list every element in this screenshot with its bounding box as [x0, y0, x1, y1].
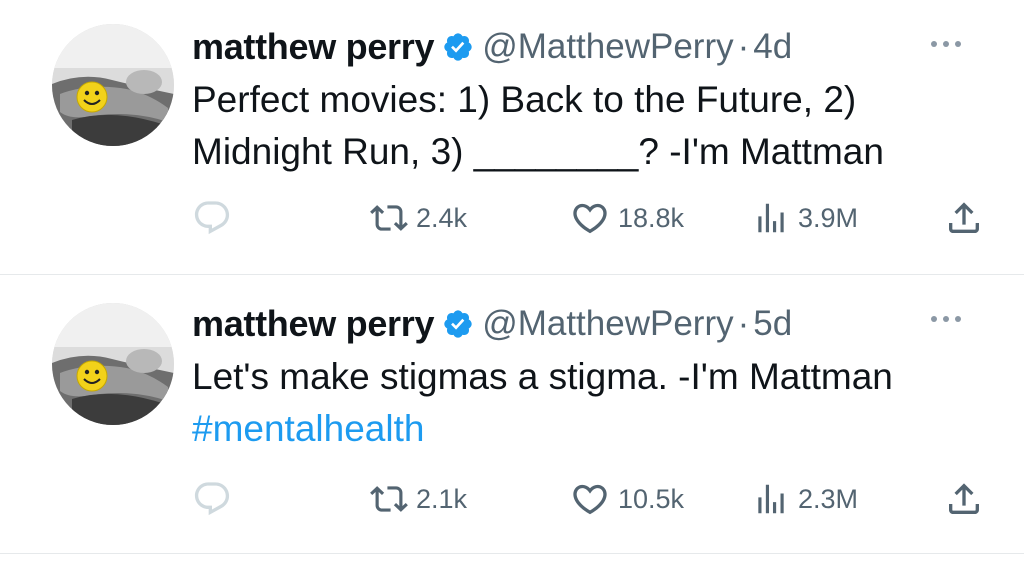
- more-icon[interactable]: [928, 34, 964, 54]
- tweet-text-line: Midnight Run, 3) ________? -I'm Mattman: [192, 131, 884, 172]
- tweet-text: Let's make stigmas a stigma. -I'm Mattma…: [192, 351, 972, 455]
- author-name[interactable]: matthew perry: [192, 26, 434, 68]
- views-icon: [752, 199, 790, 237]
- like-count: 18.8k: [618, 202, 685, 233]
- avatar[interactable]: [52, 303, 174, 425]
- retweet-icon: [370, 480, 408, 518]
- retweet-button[interactable]: 2.1k: [370, 479, 467, 519]
- retweet-icon: [370, 199, 408, 237]
- like-button[interactable]: 10.5k: [570, 479, 684, 519]
- author-handle[interactable]: @MatthewPerry: [482, 27, 733, 67]
- tweet-header: matthew perry @MatthewPerry · 5d: [192, 299, 952, 349]
- retweet-count: 2.1k: [416, 483, 468, 514]
- share-button[interactable]: [944, 479, 984, 519]
- retweet-count: 2.4k: [416, 202, 468, 233]
- like-button[interactable]: 18.8k: [570, 198, 684, 238]
- retweet-button[interactable]: 2.4k: [370, 198, 467, 238]
- hashtag-link[interactable]: #mentalhealth: [192, 403, 972, 455]
- like-icon: [570, 479, 610, 519]
- reply-button[interactable]: [192, 198, 232, 238]
- verified-badge-icon: [442, 31, 474, 63]
- reply-icon: [192, 479, 232, 519]
- tweet-text-line: Let's make stigmas a stigma. -I'm Mattma…: [192, 356, 893, 397]
- share-icon: [944, 198, 984, 238]
- views-count: 2.3M: [798, 483, 859, 514]
- views-button[interactable]: 2.3M: [752, 479, 858, 519]
- views-icon: [752, 480, 790, 518]
- like-icon: [570, 198, 610, 238]
- like-count: 10.5k: [618, 483, 685, 514]
- tweet-text-line: Perfect movies: 1) Back to the Future, 2…: [192, 79, 857, 120]
- author-handle[interactable]: @MatthewPerry: [482, 304, 733, 344]
- tweet[interactable]: matthew perry @MatthewPerry · 5d Let's m…: [0, 275, 1024, 554]
- reply-button[interactable]: [192, 479, 232, 519]
- verified-badge-icon: [442, 308, 474, 340]
- tweet-text: Perfect movies: 1) Back to the Future, 2…: [192, 74, 972, 178]
- views-count: 3.9M: [798, 202, 859, 233]
- avatar-image: [52, 303, 174, 425]
- avatar-image: [52, 24, 174, 146]
- separator-dot: ·: [737, 27, 750, 66]
- action-bar: 2.4k 18.8k 3.9M: [192, 198, 1002, 238]
- tweet[interactable]: matthew perry @MatthewPerry · 4d Perfect…: [0, 0, 1024, 275]
- more-icon[interactable]: [928, 309, 964, 329]
- reply-icon: [192, 198, 232, 238]
- tweet-header: matthew perry @MatthewPerry · 4d: [192, 22, 952, 72]
- views-button[interactable]: 3.9M: [752, 198, 858, 238]
- author-name[interactable]: matthew perry: [192, 303, 434, 345]
- share-icon: [944, 479, 984, 519]
- action-bar: 2.1k 10.5k 2.3M: [192, 479, 1002, 519]
- share-button[interactable]: [944, 198, 984, 238]
- timestamp[interactable]: 5d: [753, 304, 792, 344]
- separator-dot: ·: [737, 304, 750, 343]
- timestamp[interactable]: 4d: [753, 27, 792, 67]
- avatar[interactable]: [52, 24, 174, 146]
